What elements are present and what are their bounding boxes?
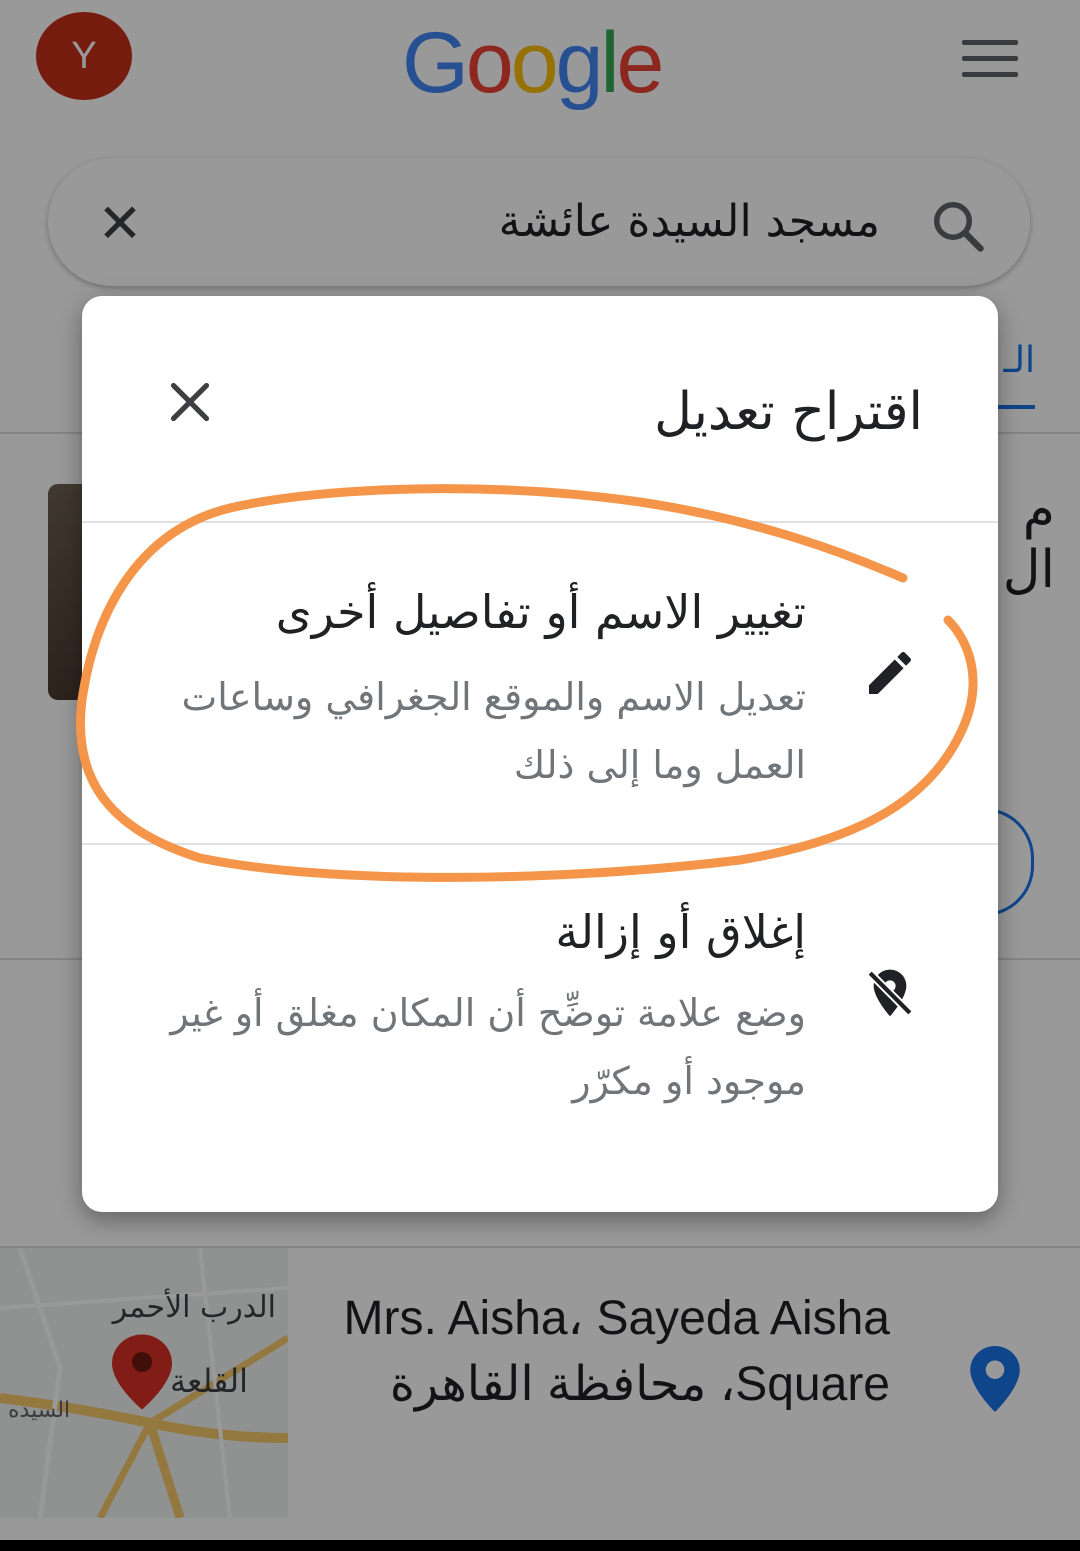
option-change-details[interactable]: تغيير الاسم أو تفاصيل أخرى تعديل الاسم و… — [82, 523, 998, 843]
option-title: تغيير الاسم أو تفاصيل أخرى — [275, 585, 806, 639]
location-off-icon — [867, 969, 913, 1017]
option-title: إغلاق أو إزالة — [555, 905, 806, 959]
option-description: وضع علامة توضِّح أن المكان مغلق أو غير م… — [170, 991, 806, 1103]
option-description: تعديل الاسم والموقع الجغرافي وساعات العم… — [181, 675, 806, 787]
suggest-edit-dialog: اقتراح تعديل تغيير الاسم أو تفاصيل أخرى … — [82, 296, 998, 1212]
pencil-icon — [869, 651, 912, 694]
option-close-remove[interactable]: إغلاق أو إزالة وضع علامة توضِّح أن المكا… — [82, 845, 998, 1125]
close-icon[interactable] — [168, 380, 212, 424]
system-nav-bar — [0, 1540, 1080, 1551]
dialog-title: اقتراح تعديل — [654, 382, 923, 442]
